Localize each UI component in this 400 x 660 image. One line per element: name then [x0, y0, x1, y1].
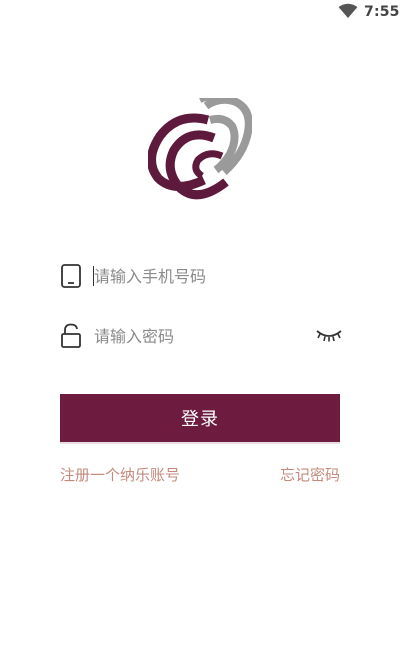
forgot-password-link[interactable]: 忘记密码 [280, 465, 340, 485]
phone-input[interactable] [94, 260, 294, 292]
status-time: 7:55 [364, 4, 400, 20]
password-field [60, 316, 342, 356]
status-bar: 7:55 [0, 0, 400, 24]
phone-icon [61, 264, 81, 288]
wifi-icon [338, 3, 358, 18]
app-logo [148, 98, 252, 200]
register-link[interactable]: 注册一个纳乐账号 [60, 465, 180, 485]
eye-closed-icon[interactable] [316, 327, 342, 343]
password-input[interactable] [94, 320, 294, 352]
phone-field [60, 256, 340, 296]
unlock-icon [61, 323, 81, 348]
login-button[interactable]: 登录 [60, 394, 340, 444]
